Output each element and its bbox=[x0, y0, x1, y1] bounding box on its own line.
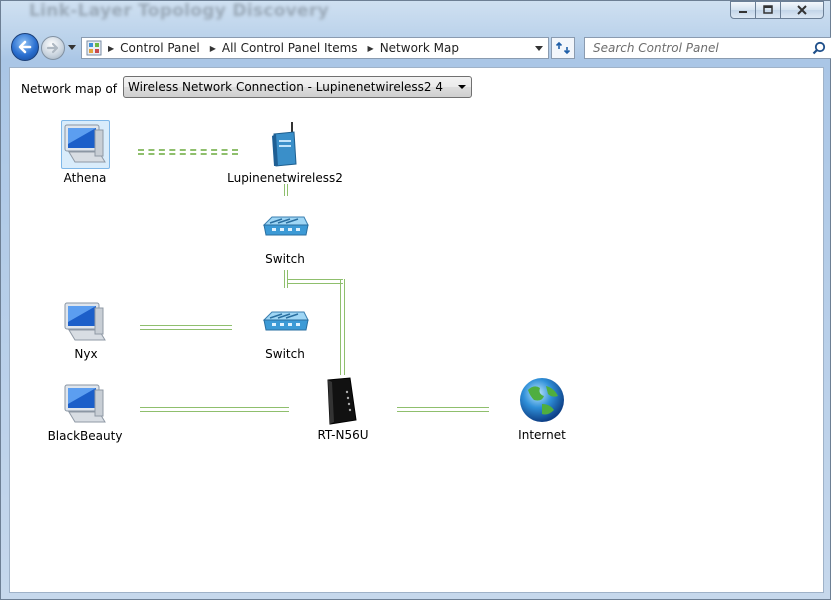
maximize-button[interactable] bbox=[755, 1, 781, 19]
link-ap-switch1 bbox=[284, 184, 288, 196]
search-icon[interactable] bbox=[812, 41, 826, 55]
address-dropdown-button[interactable] bbox=[529, 38, 548, 58]
close-button[interactable] bbox=[780, 1, 824, 19]
node-label: Switch bbox=[265, 252, 305, 266]
breadcrumb-network-map[interactable]: ▶ Network Map bbox=[358, 41, 459, 55]
computer-icon bbox=[64, 384, 106, 423]
breadcrumb-all-items[interactable]: ▶ All Control Panel Items bbox=[200, 41, 358, 55]
breadcrumb-arrow-icon: ▶ bbox=[209, 43, 216, 53]
maximize-icon bbox=[763, 5, 773, 14]
minimize-button[interactable] bbox=[730, 1, 756, 19]
node-label: Nyx bbox=[74, 347, 98, 361]
address-bar[interactable]: ▶ Control Panel ▶ All Control Panel Items … bbox=[81, 37, 549, 59]
caption-buttons bbox=[730, 1, 824, 19]
window-title: Link-Layer Topology Discovery bbox=[29, 1, 329, 21]
node-label: Internet bbox=[518, 428, 566, 442]
node-label: Switch bbox=[265, 347, 305, 361]
chevron-down-icon bbox=[458, 85, 466, 89]
router-icon bbox=[327, 377, 357, 425]
search-box[interactable] bbox=[584, 37, 831, 59]
chevron-down-icon bbox=[535, 45, 543, 51]
network-map-label: Network map of bbox=[21, 82, 117, 96]
node-label: BlackBeauty bbox=[47, 429, 123, 443]
node-label: Athena bbox=[63, 171, 107, 185]
link-blackbeauty-router bbox=[140, 407, 289, 412]
explorer-window: Link-Layer Topology Discovery ▶ Control P… bbox=[0, 0, 831, 600]
forward-arrow-icon bbox=[46, 42, 59, 54]
node-label: RT-N56U bbox=[317, 428, 369, 442]
computer-icon bbox=[64, 302, 106, 341]
back-button[interactable] bbox=[11, 33, 39, 61]
refresh-icon bbox=[555, 41, 571, 55]
forward-button[interactable] bbox=[41, 36, 65, 60]
computer-icon bbox=[64, 124, 106, 163]
link-switch1-router bbox=[340, 279, 345, 375]
back-arrow-icon bbox=[18, 40, 32, 54]
globe-icon bbox=[520, 378, 564, 422]
link-router-internet bbox=[397, 407, 489, 412]
network-select[interactable]: Wireless Network Connection - Lupinenetw… bbox=[123, 76, 472, 98]
breadcrumb-arrow-icon: ▶ bbox=[108, 43, 115, 53]
link-nyx-switch2 bbox=[140, 325, 232, 330]
link-switch1-router bbox=[287, 279, 343, 284]
minimize-icon bbox=[739, 11, 747, 13]
close-icon bbox=[797, 5, 807, 15]
chevron-down-icon bbox=[68, 45, 76, 50]
refresh-button[interactable] bbox=[551, 37, 575, 59]
control-panel-icon bbox=[86, 40, 102, 56]
network-map-panel: Network map of Wireless Network Connecti… bbox=[9, 67, 824, 593]
switch-icon bbox=[262, 311, 309, 331]
node-label: Lupinenetwireless2 bbox=[227, 171, 343, 185]
switch-icon bbox=[262, 216, 309, 236]
network-select-value: Wireless Network Connection - Lupinenetw… bbox=[128, 80, 444, 94]
wireless-access-point-icon bbox=[272, 122, 297, 167]
breadcrumb-control-panel[interactable]: ▶ Control Panel bbox=[106, 41, 200, 55]
link-athena-ap bbox=[138, 153, 238, 155]
breadcrumb-arrow-icon: ▶ bbox=[367, 43, 374, 53]
search-input[interactable] bbox=[593, 40, 803, 56]
navigation-bar: ▶ Control Panel ▶ All Control Panel Items … bbox=[9, 33, 831, 61]
recent-pages-button[interactable] bbox=[67, 42, 77, 54]
